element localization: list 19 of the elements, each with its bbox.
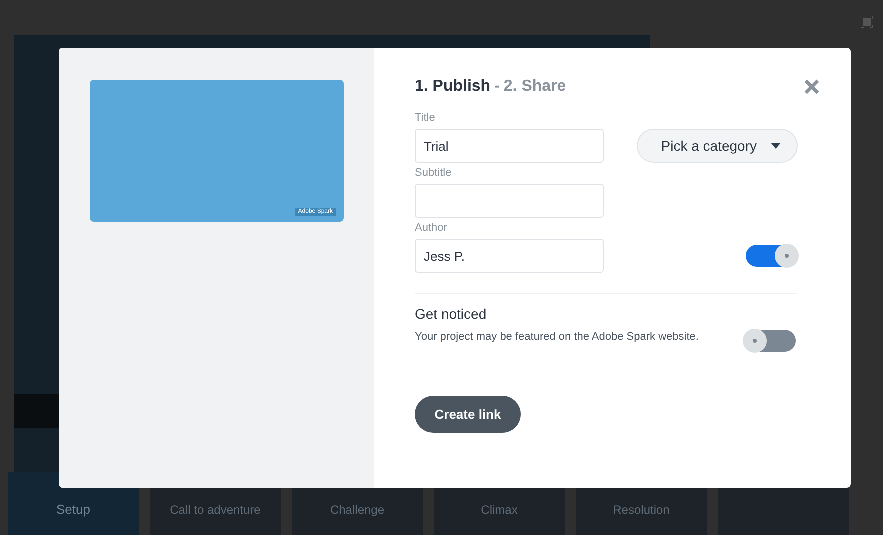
- step-label: 2. Share: [504, 78, 566, 96]
- player-bar: [14, 394, 59, 428]
- section-heading: Get noticed: [415, 306, 488, 322]
- field-label: Title: [415, 112, 436, 126]
- field-label: Author: [415, 222, 448, 236]
- text-field[interactable]: Trial: [415, 129, 604, 163]
- text-field[interactable]: [415, 184, 604, 218]
- caret-icon: [771, 143, 781, 149]
- close-icon[interactable]: [804, 79, 820, 95]
- step-separator: -: [494, 78, 500, 96]
- fullscreen-icon[interactable]: [861, 16, 873, 28]
- category-dropdown[interactable]: Pick a category: [637, 129, 798, 163]
- create-link-button[interactable]: Create link: [415, 396, 521, 433]
- description-text: Your project may be featured on the Adobe Spark website.: [415, 331, 699, 343]
- field-label: Subtitle: [415, 167, 453, 181]
- text-field[interactable]: Jess P.: [415, 239, 604, 273]
- toggle-switch[interactable]: [746, 245, 798, 267]
- toggle-switch[interactable]: [744, 330, 796, 352]
- step-label: 1. Publish: [415, 78, 491, 96]
